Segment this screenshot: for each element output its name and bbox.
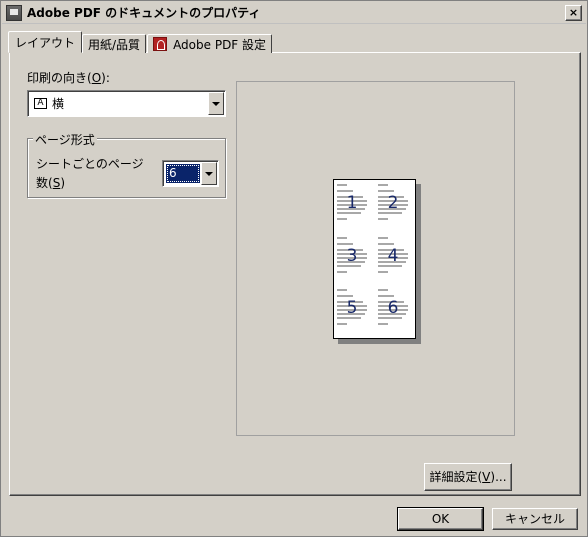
preview-page: 3: [337, 235, 367, 275]
pages-per-sheet-label: シートごとのページ数(S): [36, 157, 144, 190]
tab-adobe-pdf-settings[interactable]: Adobe PDF 設定: [147, 34, 273, 53]
preview-page: 2: [378, 182, 408, 222]
preview-sheet: 1 2 3 4 5 6: [333, 179, 416, 339]
tab-layout-label: レイアウト: [15, 35, 76, 50]
preview-page: 6: [378, 287, 408, 327]
orientation-select[interactable]: A 横: [27, 90, 226, 117]
pages-per-sheet-select[interactable]: 6: [162, 160, 219, 187]
title-bar: Adobe PDF のドキュメントのプロパティ ×: [2, 2, 586, 24]
page-format-legend: ページ形式: [33, 131, 97, 148]
orientation-label: 印刷の向き(O):: [27, 71, 110, 85]
chevron-down-icon: [212, 101, 220, 106]
preview-page-number: 2: [387, 193, 399, 213]
printer-app-icon: [6, 4, 22, 21]
tab-paper-quality[interactable]: 用紙/品質: [82, 34, 147, 53]
window-title: Adobe PDF のドキュメントのプロパティ: [27, 6, 261, 20]
orientation-dropdown-button[interactable]: [208, 92, 224, 115]
close-button[interactable]: ×: [565, 5, 582, 21]
preview-page-number: 3: [346, 246, 358, 266]
pages-per-sheet-value: 6: [166, 164, 200, 183]
tab-paper-quality-label: 用紙/品質: [88, 37, 141, 52]
chevron-down-icon: [205, 171, 213, 176]
tab-strip: レイアウト 用紙/品質 Adobe PDF 設定: [8, 31, 273, 53]
preview-page-number: 4: [387, 246, 399, 266]
preview-page-number: 1: [346, 193, 358, 213]
orientation-value: 横: [52, 97, 65, 111]
preview-page: 4: [378, 235, 408, 275]
cancel-button[interactable]: キャンセル: [492, 508, 578, 530]
tab-adobe-pdf-settings-label: Adobe PDF 設定: [173, 37, 267, 52]
landscape-orientation-icon: A: [34, 98, 47, 109]
adobe-pdf-icon: [153, 37, 168, 51]
tab-layout[interactable]: レイアウト: [8, 31, 83, 53]
preview-page: 1: [337, 182, 367, 222]
ok-button[interactable]: OK: [397, 507, 484, 531]
preview-page: 5: [337, 287, 367, 327]
preview-page-number: 5: [346, 298, 358, 318]
preview-page-number: 6: [387, 298, 399, 318]
properties-dialog: Adobe PDF のドキュメントのプロパティ × レイアウト 用紙/品質 Ad…: [0, 0, 588, 537]
advanced-settings-button[interactable]: 詳細設定(V)...: [424, 463, 512, 491]
pages-per-sheet-dropdown-button[interactable]: [201, 162, 217, 185]
